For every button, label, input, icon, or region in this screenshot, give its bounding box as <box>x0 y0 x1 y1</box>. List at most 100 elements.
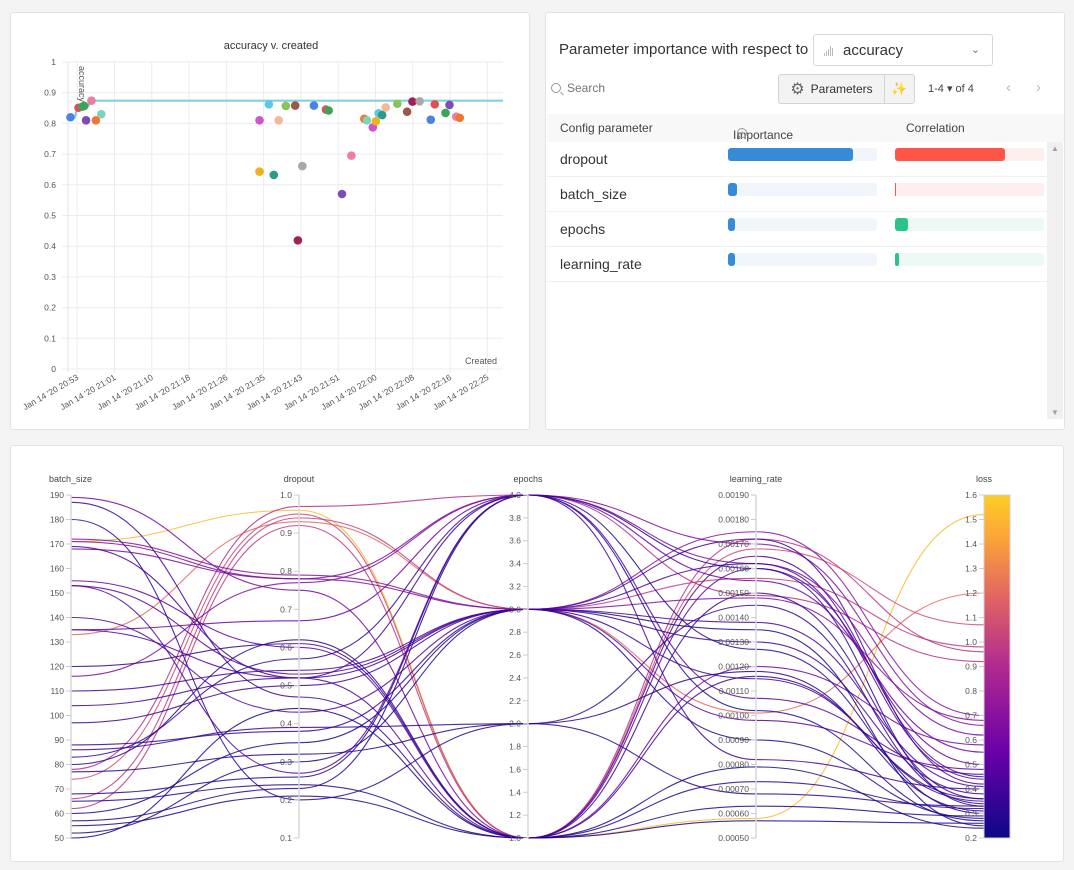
importance-bar <box>728 218 877 231</box>
axis-tick-label: 0.00090 <box>718 735 749 745</box>
axis-tick-label: 0.00130 <box>718 637 749 647</box>
parameter-name: learning_rate <box>560 256 642 272</box>
axis-learning_rate[interactable]: learning_rate 0.00050 0.00060 0.00070 0.0008… <box>718 474 782 843</box>
y-tick-label: 0.1 <box>44 333 56 343</box>
axis-title: loss <box>976 474 993 484</box>
correlation-bar <box>895 148 1044 161</box>
scatter-point[interactable] <box>337 189 347 199</box>
axis-epochs[interactable]: epochs 1.0 1.2 1.4 1.6 1.8 2.0 2.2 2.4 2.6 2.8 3.0 3… <box>509 474 543 843</box>
scatter-point[interactable] <box>87 96 96 105</box>
axis-tick-label: 1.1 <box>965 613 977 623</box>
table-row[interactable]: learning_rate <box>547 247 1049 282</box>
magic-wand-button[interactable]: ✨ <box>884 74 915 104</box>
y-tick-label: 0.5 <box>44 211 56 221</box>
axis-tick-label: 2.0 <box>509 719 521 729</box>
scatter-point[interactable] <box>415 96 424 106</box>
table-row[interactable]: epochs <box>547 212 1049 247</box>
scatter-point[interactable] <box>377 110 387 120</box>
axis-tick-label: 150 <box>50 588 64 598</box>
axis-tick-label: 3.4 <box>509 559 521 569</box>
scatter-point[interactable] <box>274 116 284 125</box>
parallel-coordinates-chart[interactable]: batch_size 50 60 70 80 90 100 110 120 130 140 150 16… <box>11 446 1065 863</box>
scatter-point[interactable] <box>290 101 300 110</box>
metric-select[interactable]: accuracy ⌄ <box>813 34 993 66</box>
axis-tick-label: 0.00170 <box>718 539 749 549</box>
scatter-point[interactable] <box>79 101 89 111</box>
table-row[interactable]: dropout <box>547 142 1049 177</box>
axis-tick-label: 0.9 <box>965 662 977 672</box>
y-tick-label: 0.3 <box>44 272 56 282</box>
axis-tick-label: 3.6 <box>509 536 521 546</box>
parameters-button[interactable]: ⚙ Parameters <box>778 74 885 104</box>
scatter-point[interactable] <box>455 113 465 123</box>
scatter-point[interactable] <box>255 167 264 176</box>
scroll-down-icon[interactable]: ▼ <box>1051 408 1059 417</box>
column-header-correlation[interactable]: Correlation <box>906 121 965 135</box>
axis-tick-label: 0.8 <box>280 566 292 576</box>
accuracy-scatter-panel: accuracy v. created 0 0.1 0.2 0.3 0.4 0.5 0.6 0… <box>10 12 530 430</box>
gear-icon: ⚙ <box>790 81 805 98</box>
scatter-point[interactable] <box>441 108 450 118</box>
axis-tick-label: 110 <box>50 686 64 696</box>
scatter-point[interactable] <box>324 106 333 115</box>
scatter-point[interactable] <box>362 116 372 125</box>
axis-tick-label: 80 <box>55 760 65 770</box>
axis-tick-label: 0.00050 <box>718 833 749 843</box>
scatter-point[interactable] <box>255 116 264 125</box>
scatter-point[interactable] <box>293 236 303 245</box>
previous-page-button[interactable]: ‹ <box>1006 79 1011 96</box>
next-page-button[interactable]: › <box>1036 79 1041 96</box>
page-total: of 4 <box>955 83 974 95</box>
scatter-point[interactable] <box>298 161 307 171</box>
parameters-button-label: Parameters <box>810 82 873 96</box>
axis-tick-label: 50 <box>55 833 65 843</box>
correlation-bar <box>895 218 1044 231</box>
table-scrollbar[interactable]: ▲ ▼ <box>1047 142 1063 419</box>
axis-title: epochs <box>513 474 543 484</box>
importance-table-body: dropout batch_size epochs learning_rate <box>547 142 1049 282</box>
axis-tick-label: 1.4 <box>965 539 977 549</box>
chevron-down-icon: ⌄ <box>970 44 980 56</box>
search-input[interactable] <box>567 81 717 95</box>
scatter-point[interactable] <box>264 100 274 109</box>
axis-tick-label: 0.4 <box>280 719 292 729</box>
scatter-point[interactable] <box>347 151 356 160</box>
scatter-point[interactable] <box>445 100 454 110</box>
scatter-point[interactable] <box>66 112 75 122</box>
scatter-point[interactable] <box>309 101 319 110</box>
accuracy-scatter-chart[interactable]: accuracy v. created 00.10.20.30.40.50.60… <box>11 13 531 431</box>
scatter-point[interactable] <box>402 107 412 117</box>
scatter-point[interactable] <box>426 115 436 125</box>
scatter-point[interactable] <box>96 109 106 119</box>
axis-tick-label: 0.00160 <box>718 564 749 574</box>
scatter-point[interactable] <box>430 100 440 109</box>
scroll-up-icon[interactable]: ▲ <box>1051 144 1059 153</box>
scatter-point[interactable] <box>393 99 402 109</box>
page-size-select[interactable]: 1-4 ▾ <box>928 83 952 95</box>
magic-wand-icon: ✨ <box>891 81 908 96</box>
axis-batch_size[interactable]: batch_size 50 60 70 80 90 100 110 120 130 140 150 16… <box>49 474 92 843</box>
axis-tick-label: 0.6 <box>965 735 977 745</box>
table-row[interactable]: batch_size <box>547 177 1049 212</box>
column-header-config-parameter[interactable]: Config parameter <box>560 121 653 135</box>
search-box[interactable] <box>551 81 717 95</box>
axis-tick-label: 2.4 <box>509 673 521 683</box>
axis-tick-label: 0.00180 <box>718 515 749 525</box>
axis-tick-label: 4.0 <box>509 490 521 500</box>
axis-loss[interactable]: loss 0.2 0.3 0.4 0.5 0.6 0.7 0.8 0.9 1.0 1.1 1.2 1.3… <box>965 474 1011 843</box>
sort-descending-icon[interactable]: ↓ <box>736 128 742 142</box>
scatter-point[interactable] <box>81 116 91 125</box>
axis-tick-label: 0.00070 <box>718 784 749 794</box>
importance-bar-fill <box>728 218 736 231</box>
scatter-point[interactable] <box>371 116 381 126</box>
axis-tick-label: 2.2 <box>509 696 521 706</box>
loss-colorbar[interactable] <box>983 494 1011 839</box>
axis-tick-label: 0.1 <box>280 833 292 843</box>
axis-title: batch_size <box>49 474 92 484</box>
axis-tick-label: 160 <box>50 564 64 574</box>
scatter-point[interactable] <box>381 103 391 112</box>
scatter-point[interactable] <box>281 101 291 111</box>
scatter-point[interactable] <box>269 170 279 180</box>
y-tick-label: 0.9 <box>44 88 56 98</box>
axis-tick-label: 1.0 <box>965 637 977 647</box>
